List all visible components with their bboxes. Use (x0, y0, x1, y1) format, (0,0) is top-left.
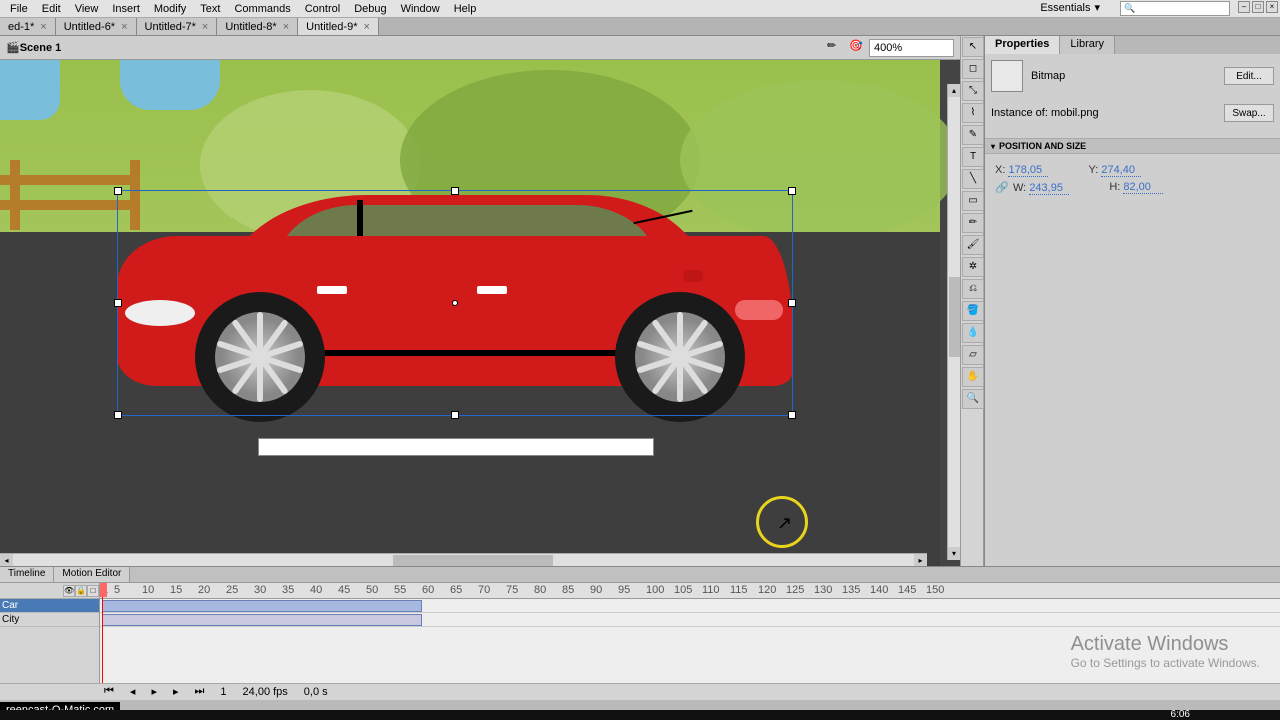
tab-timeline[interactable]: Timeline (0, 567, 54, 582)
layer-city[interactable]: City (0, 613, 99, 627)
windows-watermark: Activate Windows Go to Settings to activ… (1071, 633, 1260, 670)
lock-icon[interactable]: 🔗 (995, 181, 1009, 195)
text-tool-icon[interactable]: T (962, 147, 984, 167)
paint-bucket-icon[interactable]: 🪣 (962, 301, 984, 321)
current-frame: 1 (216, 686, 230, 698)
menu-modify[interactable]: Modify (147, 1, 193, 17)
tab-library[interactable]: Library (1060, 36, 1115, 54)
menu-view[interactable]: View (68, 1, 106, 17)
edit-scene-icon[interactable]: ✏ (827, 39, 845, 57)
menu-insert[interactable]: Insert (105, 1, 147, 17)
rectangle-tool-icon[interactable]: ▭ (962, 191, 984, 211)
scene-title: Scene 1 (20, 42, 825, 54)
stage-header: 🎬 Scene 1 ✏ 🎯 (0, 36, 960, 60)
prev-frame-icon[interactable]: ◂ (126, 685, 140, 698)
symbol-icon[interactable]: 🎯 (849, 39, 867, 57)
tab-properties[interactable]: Properties (985, 36, 1060, 54)
instance-name: mobil.png (1051, 107, 1099, 119)
zoom-input[interactable] (869, 39, 954, 57)
vertical-scrollbar[interactable]: ▴▾ (947, 84, 960, 560)
close-icon[interactable]: × (121, 21, 127, 33)
outline-icon[interactable]: □ (87, 585, 99, 597)
eraser-tool-icon[interactable]: ▱ (962, 345, 984, 365)
timeline-status: ⏮ ◂ ▸ ▸ ⏭ 1 24,00 fps 0,0 s (0, 683, 1280, 699)
layer-car[interactable]: Car (0, 599, 99, 613)
menu-control[interactable]: Control (298, 1, 347, 17)
free-transform-icon[interactable]: ⤡ (962, 81, 984, 101)
x-field[interactable]: 178,05 (1008, 164, 1048, 177)
layer-list: 👁 🔒 □ Car City (0, 583, 100, 683)
road-marking (258, 438, 654, 456)
close-icon[interactable]: × (283, 21, 289, 33)
instance-label: Instance of: (991, 107, 1048, 119)
menu-file[interactable]: File (3, 1, 35, 17)
last-frame-icon[interactable]: ⏭ (191, 685, 209, 698)
close-icon[interactable]: × (363, 21, 369, 33)
taskbar[interactable] (0, 710, 1280, 720)
document-tabs: ed-1*× Untitled-6*× Untitled-7*× Untitle… (0, 18, 1280, 36)
time-display: 0,0 s (300, 686, 332, 698)
symbol-type-label: Bitmap (1031, 70, 1065, 82)
show-hide-icon[interactable]: 👁 (63, 585, 75, 597)
doc-tab[interactable]: ed-1*× (0, 18, 56, 35)
system-clock: 6:06 (1171, 709, 1190, 720)
fps-display: 24,00 fps (239, 686, 292, 698)
tween-span[interactable] (102, 614, 422, 626)
doc-tab[interactable]: Untitled-7*× (137, 18, 218, 35)
cursor-highlight (756, 496, 808, 548)
menu-window[interactable]: Window (394, 1, 447, 17)
bone-tool-icon[interactable]: ⎌ (962, 279, 984, 299)
y-field[interactable]: 274,40 (1101, 164, 1141, 177)
edit-button[interactable]: Edit... (1224, 67, 1274, 85)
lasso-tool-icon[interactable]: ⌇ (962, 103, 984, 123)
window-restore-icon[interactable]: □ (1252, 1, 1264, 13)
doc-tab[interactable]: Untitled-8*× (217, 18, 298, 35)
deco-tool-icon[interactable]: ✲ (962, 257, 984, 277)
menu-help[interactable]: Help (447, 1, 484, 17)
window-minimize-icon[interactable]: – (1238, 1, 1250, 13)
pencil-tool-icon[interactable]: ✏ (962, 213, 984, 233)
stage-area: 🎬 Scene 1 ✏ 🎯 (0, 36, 960, 566)
stage-canvas[interactable] (0, 60, 940, 556)
swap-button[interactable]: Swap... (1224, 104, 1274, 122)
w-field[interactable]: 243,95 (1029, 182, 1069, 195)
selection-tool-icon[interactable]: ↖ (962, 37, 984, 57)
tab-motion-editor[interactable]: Motion Editor (54, 567, 130, 582)
workspace-selector[interactable]: Essentials▾ (1040, 1, 1100, 14)
line-tool-icon[interactable]: ╲ (962, 169, 984, 189)
subselection-tool-icon[interactable]: ◻ (962, 59, 984, 79)
close-icon[interactable]: × (40, 21, 46, 33)
playhead[interactable] (102, 583, 103, 683)
zoom-tool-icon[interactable]: 🔍 (962, 389, 984, 409)
position-size-section[interactable]: POSITION AND SIZE (985, 138, 1280, 154)
menu-text[interactable]: Text (193, 1, 227, 17)
tools-panel: ↖ ◻ ⤡ ⌇ ✎ T ╲ ▭ ✏ 🖌 ✲ ⎌ 🪣 💧 ▱ ✋ 🔍 (960, 36, 984, 566)
first-frame-icon[interactable]: ⏮ (100, 685, 118, 698)
menu-edit[interactable]: Edit (35, 1, 68, 17)
pen-tool-icon[interactable]: ✎ (962, 125, 984, 145)
search-input[interactable] (1120, 1, 1230, 16)
window-close-icon[interactable]: × (1266, 1, 1278, 13)
car-bitmap[interactable] (117, 190, 793, 416)
doc-tab[interactable]: Untitled-9*× (298, 18, 379, 35)
h-field[interactable]: 82,00 (1123, 181, 1163, 194)
hand-tool-icon[interactable]: ✋ (962, 367, 984, 387)
scene-icon: 🎬 (6, 41, 20, 54)
menu-debug[interactable]: Debug (347, 1, 393, 17)
next-frame-icon[interactable]: ▸ (169, 685, 183, 698)
play-icon[interactable]: ▸ (147, 685, 161, 698)
lock-layer-icon[interactable]: 🔒 (75, 585, 87, 597)
properties-panel: Properties Library Bitmap Edit... Instan… (984, 36, 1280, 566)
tween-span[interactable] (102, 600, 422, 612)
doc-tab[interactable]: Untitled-6*× (56, 18, 137, 35)
frame-ruler[interactable]: 1510152025303540455055606570758085909510… (100, 583, 1280, 599)
eyedropper-tool-icon[interactable]: 💧 (962, 323, 984, 343)
menu-commands[interactable]: Commands (227, 1, 297, 17)
brush-tool-icon[interactable]: 🖌 (962, 235, 984, 255)
horizontal-scrollbar[interactable]: ◂▸ (0, 553, 927, 566)
bitmap-thumbnail-icon (991, 60, 1023, 92)
close-icon[interactable]: × (202, 21, 208, 33)
